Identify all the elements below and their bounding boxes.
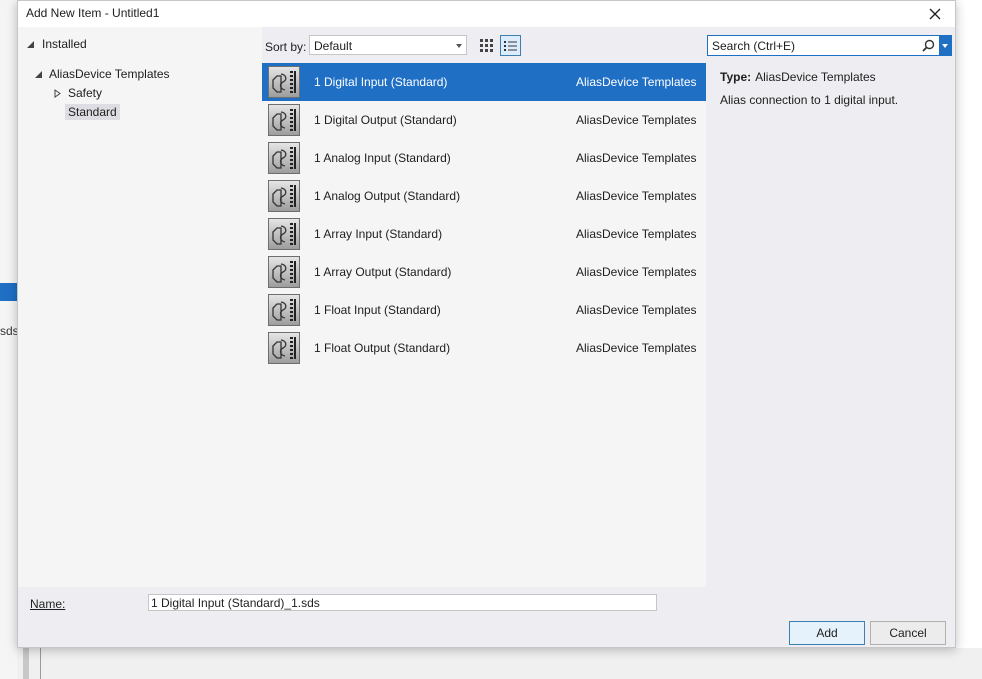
close-icon [929, 8, 941, 20]
list-view-button[interactable] [500, 35, 521, 56]
alias-device-template-icon [268, 180, 300, 212]
cancel-button[interactable]: Cancel [870, 621, 946, 645]
alias-device-template-icon [268, 142, 300, 174]
template-row[interactable]: 1 Analog Input (Standard) AliasDevice Tem… [262, 139, 706, 177]
sort-by-dropdown[interactable]: Default [309, 35, 467, 55]
alias-device-template-icon [268, 66, 300, 98]
alias-device-template-icon [268, 256, 300, 288]
template-name: 1 Array Input (Standard) [314, 227, 443, 241]
background-scrollbar [23, 648, 29, 679]
tree-label-aliasdevice-templates: AliasDevice Templates [49, 67, 170, 81]
template-row[interactable]: 1 Array Input (Standard) AliasDevice Temp… [262, 215, 706, 253]
grid-view-icon [480, 39, 493, 52]
dialog-title: Add New Item - Untitled1 [26, 6, 160, 20]
tree-label-safety: Safety [68, 86, 103, 100]
title-bar: Add New Item - Untitled1 [18, 1, 955, 27]
details-type-value: AliasDevice Templates [755, 70, 876, 84]
template-name: 1 Digital Input (Standard) [314, 75, 448, 89]
tree-item-safety[interactable]: Safety [53, 86, 102, 100]
collapse-icon [35, 70, 42, 78]
template-name: 1 Digital Output (Standard) [314, 113, 457, 127]
search-input[interactable] [708, 36, 926, 55]
template-name: 1 Float Output (Standard) [314, 341, 451, 355]
background-selection [0, 283, 17, 301]
template-row[interactable]: 1 Digital Input (Standard) AliasDevice Te… [262, 63, 706, 101]
template-category: AliasDevice Templates [576, 189, 697, 203]
sort-by-value: Default [314, 39, 353, 53]
template-category: AliasDevice Templates [576, 151, 697, 165]
add-button[interactable]: Add [789, 621, 865, 645]
tree-label-standard: Standard [65, 104, 120, 120]
details-pane: Type: AliasDevice Templates Alias connect… [706, 63, 937, 587]
background-window [0, 0, 17, 679]
template-row[interactable]: 1 Float Input (Standard) AliasDevice Temp… [262, 291, 706, 329]
details-description: Alias connection to 1 digital input. [720, 93, 899, 107]
name-label: Name: [30, 597, 65, 611]
background-footer [17, 648, 982, 679]
template-name: 1 Analog Input (Standard) [314, 151, 451, 165]
template-name: 1 Array Output (Standard) [314, 265, 452, 279]
alias-device-template-icon [268, 332, 300, 364]
search-options-button[interactable] [939, 36, 951, 55]
template-category: AliasDevice Templates [576, 265, 697, 279]
name-label-text: Name: [30, 597, 66, 611]
tree-item-aliasdevice-templates[interactable]: AliasDevice Templates [34, 67, 170, 81]
tree-item-standard[interactable]: Standard [65, 104, 120, 120]
background-text: sds [0, 324, 19, 338]
dropdown-arrow-icon [456, 44, 462, 48]
search-icon [922, 39, 935, 52]
chevron-down-icon [942, 43, 948, 48]
search-button[interactable] [920, 37, 937, 54]
details-type: Type: AliasDevice Templates [720, 70, 876, 84]
tree-label-installed: Installed [42, 37, 87, 51]
template-category: AliasDevice Templates [576, 303, 697, 317]
search-box [707, 35, 952, 56]
template-row[interactable]: 1 Analog Output (Standard) AliasDevice Te… [262, 177, 706, 215]
name-field[interactable] [148, 594, 657, 611]
template-row[interactable]: 1 Float Output (Standard) AliasDevice Tem… [262, 329, 706, 367]
template-tree-pane: Installed AliasDevice Templates Safety S… [18, 27, 262, 587]
close-button[interactable] [915, 1, 955, 27]
template-category: AliasDevice Templates [576, 75, 697, 89]
template-category: AliasDevice Templates [576, 341, 697, 355]
collapse-icon [27, 40, 34, 48]
template-name: 1 Analog Output (Standard) [314, 189, 461, 203]
template-name: 1 Float Input (Standard) [314, 303, 441, 317]
alias-device-template-icon [268, 294, 300, 326]
add-new-item-dialog: Add New Item - Untitled1 Installed Alias… [17, 0, 956, 648]
grid-view-button[interactable] [476, 35, 497, 56]
template-category: AliasDevice Templates [576, 227, 697, 241]
sort-by-label: Sort by: [265, 40, 307, 54]
list-view-icon [504, 40, 517, 51]
template-list: 1 Digital Input (Standard) AliasDevice Te… [262, 63, 706, 587]
background-divider [40, 648, 53, 679]
alias-device-template-icon [268, 104, 300, 136]
alias-device-template-icon [268, 218, 300, 250]
details-type-label: Type: [720, 70, 752, 84]
template-category: AliasDevice Templates [576, 113, 697, 127]
tree-item-installed[interactable]: Installed [26, 37, 87, 51]
template-row[interactable]: 1 Digital Output (Standard) AliasDevice T… [262, 101, 706, 139]
expand-icon [54, 88, 61, 98]
template-row[interactable]: 1 Array Output (Standard) AliasDevice Tem… [262, 253, 706, 291]
